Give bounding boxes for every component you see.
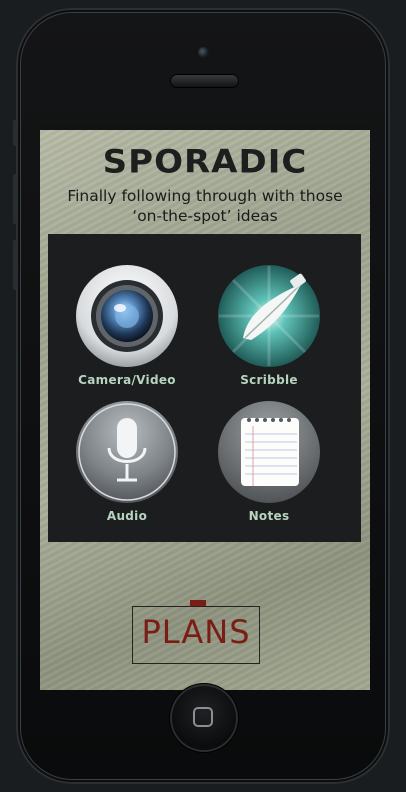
home-button[interactable] (172, 686, 236, 750)
app-screen: SPORADIC Finally following through with … (40, 124, 370, 690)
plans-button[interactable]: PLANS (132, 600, 262, 690)
app-title: SPORADIC (102, 143, 308, 181)
camera-video-button[interactable]: Camera/Video (62, 264, 192, 387)
capture-options-panel: Camera/Video Scribble Audio Notes (48, 234, 361, 542)
volume-down-button (13, 240, 17, 290)
app-subtitle: Finally following through with those ‘on… (40, 186, 370, 226)
subtitle-line-2: ‘on-the-spot’ ideas (132, 207, 278, 225)
home-square-icon (193, 707, 213, 727)
notes-label: Notes (248, 509, 290, 523)
volume-up-button (13, 174, 17, 224)
microphone-icon (75, 400, 179, 504)
camera-video-label: Camera/Video (78, 373, 176, 387)
mute-switch (13, 120, 17, 146)
notes-button[interactable]: Notes (204, 400, 334, 523)
subtitle-line-1: Finally following through with those (67, 187, 343, 205)
plans-frame: PLANS (132, 606, 260, 664)
scribble-button[interactable]: Scribble (204, 264, 334, 387)
status-bar (40, 124, 370, 130)
notepad-icon (217, 400, 321, 504)
front-camera (198, 47, 209, 58)
quill-icon (217, 264, 321, 368)
earpiece-speaker (170, 74, 239, 88)
plans-label: PLANS (141, 613, 251, 651)
camera-lens-icon (75, 264, 179, 368)
scribble-label: Scribble (240, 373, 298, 387)
audio-label: Audio (106, 509, 148, 523)
audio-button[interactable]: Audio (62, 400, 192, 523)
